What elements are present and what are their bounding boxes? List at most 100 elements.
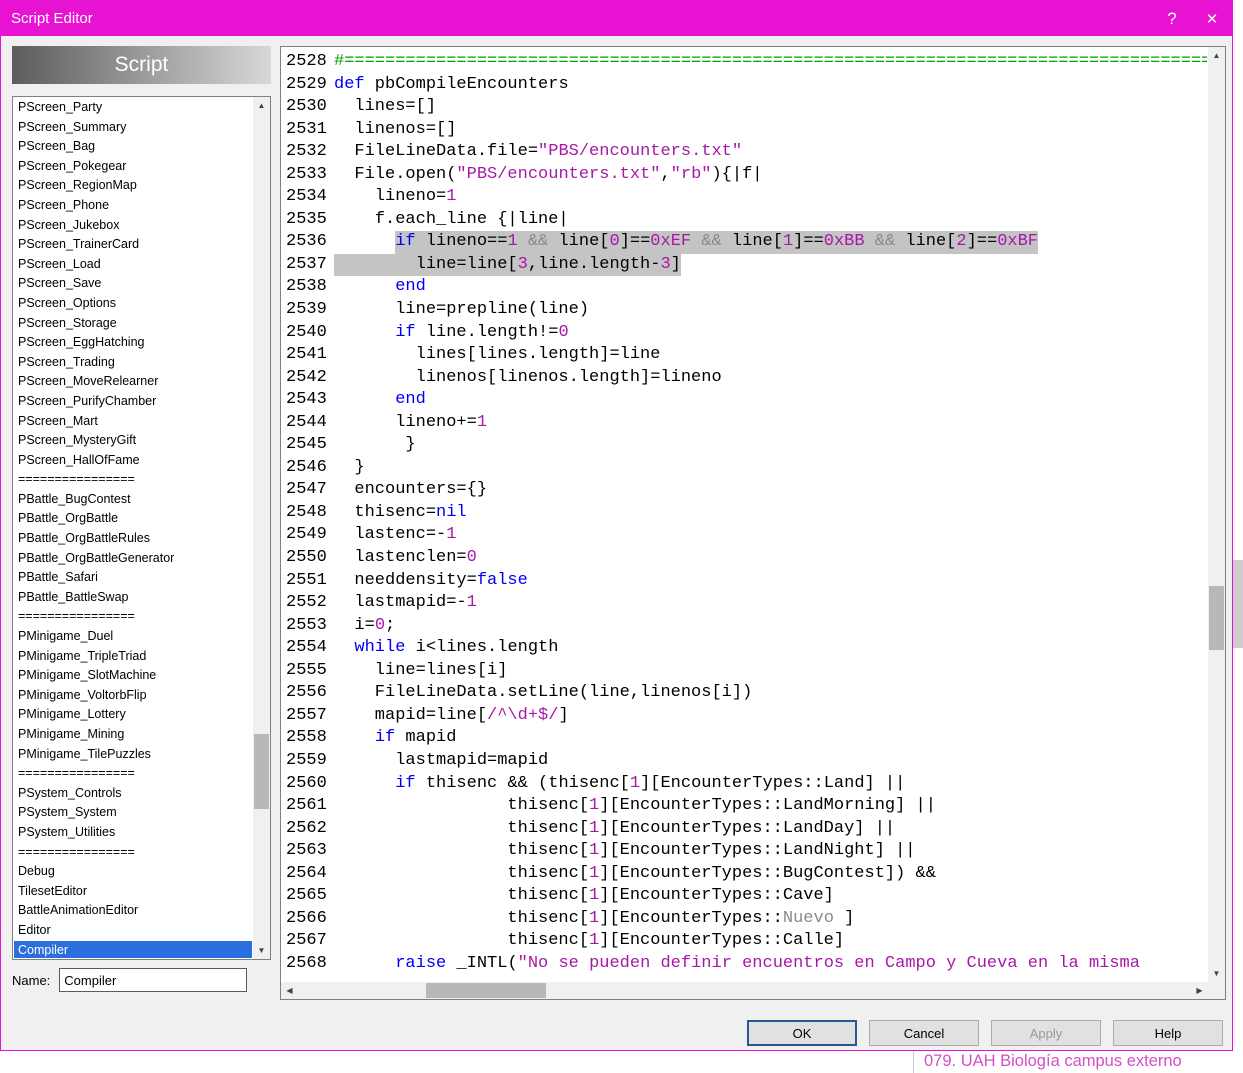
line-number: 2543 [286,389,328,412]
code-token [334,276,395,299]
list-item[interactable]: PScreen_MoveRelearner [14,372,252,392]
code-token: 1 [589,818,599,841]
editor-vertical-scrollbar-thumb[interactable] [1209,586,1224,650]
code-token: _INTL( [446,953,517,976]
list-item[interactable]: PSystem_System [14,803,252,823]
code-token: 1 [446,524,456,547]
code-token: ][EncounterTypes:: [599,908,783,931]
list-item[interactable]: PMinigame_Duel [14,627,252,647]
list-item[interactable]: PScreen_RegionMap [14,176,252,196]
list-item[interactable]: PBattle_Safari [14,568,252,588]
code-token: 0 [558,322,568,345]
close-icon[interactable]: ✕ [1192,1,1232,36]
list-item[interactable]: PBattle_OrgBattleRules [14,529,252,549]
script-list-items: PScreen_PartyPScreen_SummaryPScreen_BagP… [14,98,252,958]
list-item[interactable]: PScreen_Storage [14,314,252,334]
list-item[interactable]: PScreen_HallOfFame [14,451,252,471]
code-token: thisenc[ [334,818,589,841]
script-list[interactable]: PScreen_PartyPScreen_SummaryPScreen_BagP… [12,96,271,960]
line-number: 2557 [286,705,328,728]
code-line: 2549 lastenc=-1 [286,524,1207,547]
editor-vertical-scrollbar[interactable]: ▲ ▼ [1208,47,1225,982]
script-list-scrollbar[interactable]: ▲ ▼ [253,97,270,959]
list-item[interactable]: PScreen_Party [14,98,252,118]
list-item[interactable]: PScreen_PurifyChamber [14,392,252,412]
scroll-up-icon[interactable]: ▲ [1208,47,1225,64]
code-token: FileLineData.file= [334,141,538,164]
list-item[interactable]: PBattle_BugContest [14,490,252,510]
code-editor[interactable]: 2528#===================================… [280,46,1226,1000]
list-item[interactable]: PScreen_Mart [14,412,252,432]
list-item[interactable]: PScreen_Jukebox [14,216,252,236]
list-item[interactable]: PMinigame_TilePuzzles [14,745,252,765]
list-item[interactable]: TilesetEditor [14,882,252,902]
line-number: 2553 [286,615,328,638]
list-item[interactable]: PMinigame_SlotMachine [14,666,252,686]
list-item[interactable]: Debug [14,862,252,882]
code-token: lastmapid=mapid [334,750,548,773]
list-item[interactable]: PScreen_Phone [14,196,252,216]
list-item[interactable]: PBattle_OrgBattle [14,509,252,529]
code-line: 2538 end [286,276,1207,299]
line-number: 2562 [286,818,328,841]
code-line: 2548 thisenc=nil [286,502,1207,525]
scroll-down-icon[interactable]: ▼ [1208,965,1225,982]
list-item[interactable]: ================ [14,764,252,784]
list-item[interactable]: PScreen_Summary [14,118,252,138]
list-item[interactable]: PMinigame_TripleTriad [14,647,252,667]
code-token: thisenc[ [334,863,589,886]
list-item[interactable]: PScreen_Pokegear [14,157,252,177]
code-token: 1 [589,840,599,863]
help-icon[interactable]: ? [1152,1,1192,36]
script-list-scrollbar-thumb[interactable] [254,734,269,809]
code-token: 1 [589,885,599,908]
list-item[interactable]: PScreen_TrainerCard [14,235,252,255]
list-item[interactable]: PScreen_Options [14,294,252,314]
line-number: 2538 [286,276,328,299]
code-token: ][EncounterTypes::LandNight] || [599,840,915,863]
code-line: 2529def pbCompileEncounters [286,74,1207,97]
list-item[interactable]: ================ [14,470,252,490]
line-number: 2542 [286,367,328,390]
desktop-background: 079. UAH Biología campus externo Script … [0,0,1243,1073]
code-token: lineno== [416,231,508,254]
name-input[interactable] [59,968,247,992]
scroll-right-icon[interactable]: ▶ [1191,982,1208,999]
list-item[interactable]: Compiler [14,941,252,958]
list-item[interactable]: PScreen_Bag [14,137,252,157]
list-item[interactable]: BattleAnimationEditor [14,901,252,921]
editor-horizontal-scrollbar-thumb[interactable] [426,983,546,998]
list-item[interactable]: Editor [14,921,252,941]
code-line: 2562 thisenc[1][EncounterTypes::LandDay]… [286,818,1207,841]
code-token: ; [385,615,395,638]
code-token: 0xEF [650,231,691,254]
code-token: end [395,276,426,299]
code-token: Nuevo [783,908,844,931]
list-item[interactable]: ================ [14,843,252,863]
editor-horizontal-scrollbar[interactable]: ◀ ▶ [281,982,1208,999]
list-item[interactable]: PMinigame_Mining [14,725,252,745]
help-button[interactable]: Help [1113,1020,1223,1046]
list-item[interactable]: PScreen_Trading [14,353,252,373]
list-item[interactable]: PBattle_BattleSwap [14,588,252,608]
code-line: 2543 end [286,389,1207,412]
code-line: 2568 raise _INTL("No se pueden definir e… [286,953,1207,976]
list-item[interactable]: PScreen_EggHatching [14,333,252,353]
list-item[interactable]: PSystem_Controls [14,784,252,804]
list-item[interactable]: ================ [14,607,252,627]
list-item[interactable]: PBattle_OrgBattleGenerator [14,549,252,569]
ok-button[interactable]: OK [747,1020,857,1046]
scroll-up-icon[interactable]: ▲ [253,97,270,114]
list-item[interactable]: PScreen_Load [14,255,252,275]
scroll-down-icon[interactable]: ▼ [253,942,270,959]
list-item[interactable]: PMinigame_VoltorbFlip [14,686,252,706]
scroll-left-icon[interactable]: ◀ [281,982,298,999]
code-token: 0xBB [824,231,865,254]
list-item[interactable]: PMinigame_Lottery [14,705,252,725]
list-item[interactable]: PScreen_Save [14,274,252,294]
code-lines: 2528#===================================… [282,48,1207,981]
cancel-button[interactable]: Cancel [869,1020,979,1046]
list-item[interactable]: PSystem_Utilities [14,823,252,843]
code-token: raise [395,953,446,976]
list-item[interactable]: PScreen_MysteryGift [14,431,252,451]
